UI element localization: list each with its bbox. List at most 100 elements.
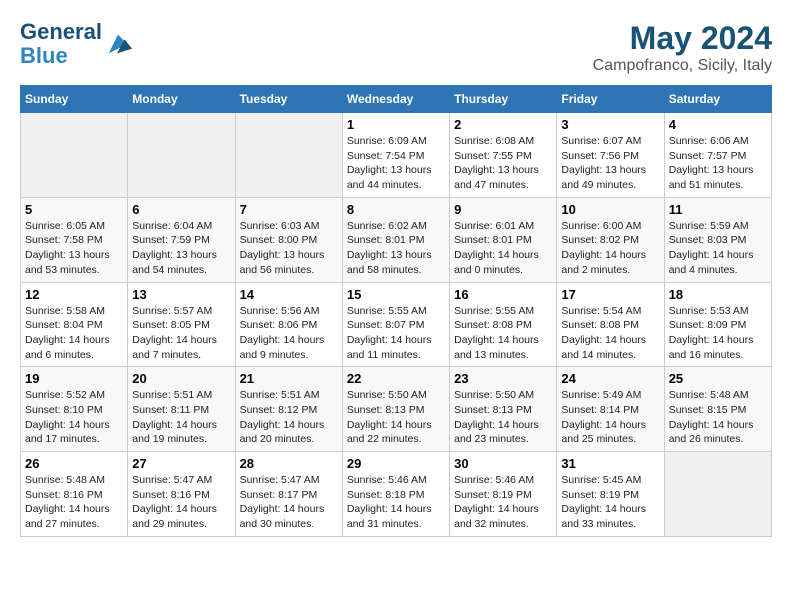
main-title: May 2024 bbox=[593, 20, 772, 57]
day-info: Sunrise: 5:47 AM Sunset: 8:16 PM Dayligh… bbox=[132, 473, 230, 532]
calendar-header: SundayMondayTuesdayWednesdayThursdayFrid… bbox=[21, 86, 772, 113]
calendar-cell: 6Sunrise: 6:04 AM Sunset: 7:59 PM Daylig… bbox=[128, 197, 235, 282]
calendar-cell: 5 Sunrise: 6:05 AM Sunset: 7:58 PM Daylig… bbox=[21, 197, 128, 282]
day-info: Sunrise: 5:49 AM Sunset: 8:14 PM Dayligh… bbox=[561, 388, 659, 447]
calendar-cell: 28Sunrise: 5:47 AM Sunset: 8:17 PM Dayli… bbox=[235, 452, 342, 537]
day-number: 12 bbox=[25, 287, 123, 302]
day-number: 11 bbox=[669, 202, 767, 217]
calendar-cell: 4Sunrise: 6:06 AM Sunset: 7:57 PM Daylig… bbox=[664, 113, 771, 198]
calendar-cell: 7 Sunrise: 6:03 AM Sunset: 8:00 PM Daylig… bbox=[235, 197, 342, 282]
week-row-5: 26 Sunrise: 5:48 AM Sunset: 8:16 PM Dayli… bbox=[21, 452, 772, 537]
day-info: Sunrise: 6:09 AM Sunset: 7:54 PM Dayligh… bbox=[347, 134, 445, 193]
day-info: Sunrise: 6:05 AM Sunset: 7:58 PM Dayligh… bbox=[25, 219, 123, 278]
calendar-cell: 20Sunrise: 5:51 AM Sunset: 8:11 PM Dayli… bbox=[128, 367, 235, 452]
day-info: Sunrise: 5:51 AM Sunset: 8:12 PM Dayligh… bbox=[240, 388, 338, 447]
day-info: Sunrise: 5:48 AM Sunset: 8:15 PM Dayligh… bbox=[669, 388, 767, 447]
day-info: Sunrise: 5:50 AM Sunset: 8:13 PM Dayligh… bbox=[347, 388, 445, 447]
day-info: Sunrise: 5:50 AM Sunset: 8:13 PM Dayligh… bbox=[454, 388, 552, 447]
day-info: Sunrise: 6:07 AM Sunset: 7:56 PM Dayligh… bbox=[561, 134, 659, 193]
day-number: 5 bbox=[25, 202, 123, 217]
calendar-cell: 17 Sunrise: 5:54 AM Sunset: 8:08 PM Dayli… bbox=[557, 282, 664, 367]
day-info: Sunrise: 6:00 AM Sunset: 8:02 PM Dayligh… bbox=[561, 219, 659, 278]
calendar-cell bbox=[235, 113, 342, 198]
day-info: Sunrise: 5:48 AM Sunset: 8:16 PM Dayligh… bbox=[25, 473, 123, 532]
logo-icon bbox=[104, 30, 132, 58]
calendar-cell: 16 Sunrise: 5:55 AM Sunset: 8:08 PM Dayli… bbox=[450, 282, 557, 367]
day-info: Sunrise: 5:55 AM Sunset: 8:07 PM Dayligh… bbox=[347, 304, 445, 363]
calendar-cell: 9 Sunrise: 6:01 AM Sunset: 8:01 PM Daylig… bbox=[450, 197, 557, 282]
day-number: 28 bbox=[240, 456, 338, 471]
logo: GeneralBlue bbox=[20, 20, 132, 68]
weekday-header-tuesday: Tuesday bbox=[235, 86, 342, 113]
day-number: 13 bbox=[132, 287, 230, 302]
day-info: Sunrise: 5:45 AM Sunset: 8:19 PM Dayligh… bbox=[561, 473, 659, 532]
calendar-cell: 12 Sunrise: 5:58 AM Sunset: 8:04 PM Dayli… bbox=[21, 282, 128, 367]
calendar-cell: 10 Sunrise: 6:00 AM Sunset: 8:02 PM Dayli… bbox=[557, 197, 664, 282]
weekday-header-saturday: Saturday bbox=[664, 86, 771, 113]
day-info: Sunrise: 5:56 AM Sunset: 8:06 PM Dayligh… bbox=[240, 304, 338, 363]
day-number: 1 bbox=[347, 117, 445, 132]
day-number: 3 bbox=[561, 117, 659, 132]
calendar-cell: 23Sunrise: 5:50 AM Sunset: 8:13 PM Dayli… bbox=[450, 367, 557, 452]
day-info: Sunrise: 5:46 AM Sunset: 8:18 PM Dayligh… bbox=[347, 473, 445, 532]
day-info: Sunrise: 6:06 AM Sunset: 7:57 PM Dayligh… bbox=[669, 134, 767, 193]
day-info: Sunrise: 5:55 AM Sunset: 8:08 PM Dayligh… bbox=[454, 304, 552, 363]
day-number: 24 bbox=[561, 371, 659, 386]
calendar-body: 1 Sunrise: 6:09 AM Sunset: 7:54 PM Daylig… bbox=[21, 113, 772, 537]
weekday-header-sunday: Sunday bbox=[21, 86, 128, 113]
weekday-header-row: SundayMondayTuesdayWednesdayThursdayFrid… bbox=[21, 86, 772, 113]
day-info: Sunrise: 6:01 AM Sunset: 8:01 PM Dayligh… bbox=[454, 219, 552, 278]
calendar-cell bbox=[664, 452, 771, 537]
calendar-cell: 22 Sunrise: 5:50 AM Sunset: 8:13 PM Dayli… bbox=[342, 367, 449, 452]
day-number: 8 bbox=[347, 202, 445, 217]
calendar-cell: 19 Sunrise: 5:52 AM Sunset: 8:10 PM Dayli… bbox=[21, 367, 128, 452]
day-number: 21 bbox=[240, 371, 338, 386]
week-row-1: 1 Sunrise: 6:09 AM Sunset: 7:54 PM Daylig… bbox=[21, 113, 772, 198]
day-number: 25 bbox=[669, 371, 767, 386]
calendar-cell: 13Sunrise: 5:57 AM Sunset: 8:05 PM Dayli… bbox=[128, 282, 235, 367]
calendar-cell: 31Sunrise: 5:45 AM Sunset: 8:19 PM Dayli… bbox=[557, 452, 664, 537]
day-info: Sunrise: 5:53 AM Sunset: 8:09 PM Dayligh… bbox=[669, 304, 767, 363]
day-number: 17 bbox=[561, 287, 659, 302]
day-number: 7 bbox=[240, 202, 338, 217]
day-info: Sunrise: 6:03 AM Sunset: 8:00 PM Dayligh… bbox=[240, 219, 338, 278]
day-number: 20 bbox=[132, 371, 230, 386]
day-number: 2 bbox=[454, 117, 552, 132]
day-info: Sunrise: 6:02 AM Sunset: 8:01 PM Dayligh… bbox=[347, 219, 445, 278]
weekday-header-friday: Friday bbox=[557, 86, 664, 113]
day-number: 16 bbox=[454, 287, 552, 302]
day-info: Sunrise: 6:08 AM Sunset: 7:55 PM Dayligh… bbox=[454, 134, 552, 193]
week-row-4: 19 Sunrise: 5:52 AM Sunset: 8:10 PM Dayli… bbox=[21, 367, 772, 452]
calendar-cell: 30 Sunrise: 5:46 AM Sunset: 8:19 PM Dayli… bbox=[450, 452, 557, 537]
day-number: 27 bbox=[132, 456, 230, 471]
day-number: 19 bbox=[25, 371, 123, 386]
title-area: May 2024 Campofranco, Sicily, Italy bbox=[593, 20, 772, 75]
calendar-cell: 8 Sunrise: 6:02 AM Sunset: 8:01 PM Daylig… bbox=[342, 197, 449, 282]
calendar-cell: 26 Sunrise: 5:48 AM Sunset: 8:16 PM Dayli… bbox=[21, 452, 128, 537]
day-info: Sunrise: 5:52 AM Sunset: 8:10 PM Dayligh… bbox=[25, 388, 123, 447]
day-number: 29 bbox=[347, 456, 445, 471]
subtitle: Campofranco, Sicily, Italy bbox=[593, 57, 772, 75]
calendar-cell: 15Sunrise: 5:55 AM Sunset: 8:07 PM Dayli… bbox=[342, 282, 449, 367]
day-number: 18 bbox=[669, 287, 767, 302]
day-number: 6 bbox=[132, 202, 230, 217]
calendar-cell: 3 Sunrise: 6:07 AM Sunset: 7:56 PM Daylig… bbox=[557, 113, 664, 198]
day-number: 10 bbox=[561, 202, 659, 217]
logo-text: GeneralBlue bbox=[20, 20, 102, 68]
calendar-cell: 1 Sunrise: 6:09 AM Sunset: 7:54 PM Daylig… bbox=[342, 113, 449, 198]
calendar-cell: 27 Sunrise: 5:47 AM Sunset: 8:16 PM Dayli… bbox=[128, 452, 235, 537]
week-row-2: 5 Sunrise: 6:05 AM Sunset: 7:58 PM Daylig… bbox=[21, 197, 772, 282]
day-number: 22 bbox=[347, 371, 445, 386]
day-number: 9 bbox=[454, 202, 552, 217]
day-info: Sunrise: 5:46 AM Sunset: 8:19 PM Dayligh… bbox=[454, 473, 552, 532]
calendar-cell: 29 Sunrise: 5:46 AM Sunset: 8:18 PM Dayli… bbox=[342, 452, 449, 537]
calendar-cell: 18 Sunrise: 5:53 AM Sunset: 8:09 PM Dayli… bbox=[664, 282, 771, 367]
day-info: Sunrise: 5:59 AM Sunset: 8:03 PM Dayligh… bbox=[669, 219, 767, 278]
day-info: Sunrise: 5:58 AM Sunset: 8:04 PM Dayligh… bbox=[25, 304, 123, 363]
day-number: 26 bbox=[25, 456, 123, 471]
calendar-cell: 2 Sunrise: 6:08 AM Sunset: 7:55 PM Daylig… bbox=[450, 113, 557, 198]
day-number: 30 bbox=[454, 456, 552, 471]
calendar-cell bbox=[21, 113, 128, 198]
weekday-header-monday: Monday bbox=[128, 86, 235, 113]
day-info: Sunrise: 5:54 AM Sunset: 8:08 PM Dayligh… bbox=[561, 304, 659, 363]
